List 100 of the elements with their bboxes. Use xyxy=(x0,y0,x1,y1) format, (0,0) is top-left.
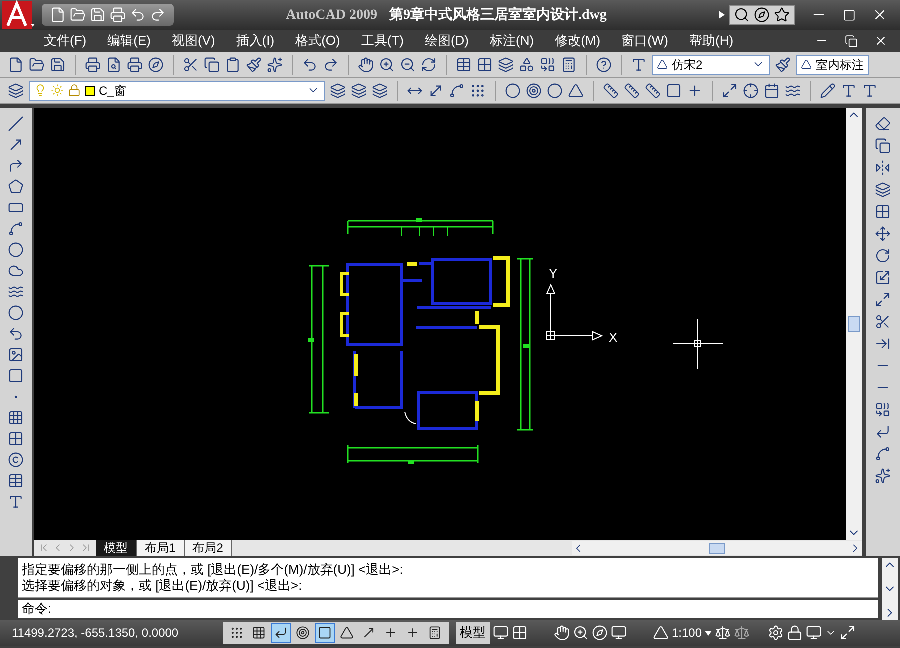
polyline-icon[interactable] xyxy=(8,158,24,174)
menu-item[interactable]: 工具(T) xyxy=(361,31,404,51)
fillet-icon[interactable] xyxy=(875,446,891,462)
scroll-thumb[interactable] xyxy=(848,316,860,332)
redo-icon[interactable] xyxy=(150,7,166,23)
lock-icon[interactable] xyxy=(787,625,804,641)
snap-icon xyxy=(230,626,244,640)
dropdown-arrow-icon[interactable] xyxy=(705,630,712,636)
menu-item[interactable]: 绘图(D) xyxy=(424,31,470,51)
printer-icon[interactable] xyxy=(110,7,126,23)
eraser-icon[interactable] xyxy=(875,116,891,132)
pan-icon[interactable] xyxy=(358,56,374,72)
expand-arrow-icon[interactable] xyxy=(719,11,725,19)
undo-icon[interactable] xyxy=(302,56,318,72)
menu-item[interactable]: 修改(M) xyxy=(555,31,601,51)
cut-icon[interactable] xyxy=(183,56,199,72)
grid-icon xyxy=(252,626,266,640)
save-icon[interactable] xyxy=(50,56,66,72)
layer-dropdown[interactable]: C_窗 xyxy=(29,80,325,100)
horizontal-scrollbar[interactable] xyxy=(572,541,862,555)
zoom-previous-icon[interactable] xyxy=(421,56,437,72)
vertical-scrollbar[interactable] xyxy=(846,108,862,540)
restore-icon[interactable] xyxy=(845,34,858,48)
settings-icon[interactable] xyxy=(768,625,784,641)
command-history-line: 指定要偏移的那一侧上的点，或 [退出(E)/多个(M)/放弃(U)] <退出>: xyxy=(22,562,404,578)
axis-label: X xyxy=(609,330,618,345)
menu-item[interactable]: 编辑(E) xyxy=(108,31,151,51)
copy-icon[interactable] xyxy=(204,56,220,72)
layer-name: C_窗 xyxy=(99,82,128,100)
menu-item[interactable]: 插入(I) xyxy=(236,31,275,51)
annotation-scale[interactable]: 1:100 xyxy=(672,624,702,642)
extend-icon[interactable] xyxy=(875,336,891,352)
search-icon[interactable] xyxy=(734,7,750,23)
clean-screen-icon[interactable] xyxy=(840,625,856,641)
menu-item[interactable]: 标注(N) xyxy=(490,31,534,51)
spline-icon[interactable] xyxy=(8,284,24,300)
text-icon[interactable] xyxy=(8,494,24,510)
drawing-canvas[interactable]: X Y xyxy=(34,108,846,540)
trim-icon[interactable] xyxy=(875,314,891,330)
axis-label: Y xyxy=(549,266,558,281)
polygon-icon[interactable] xyxy=(8,179,24,195)
open-folder-icon[interactable] xyxy=(70,7,86,23)
circle-icon[interactable] xyxy=(8,242,24,258)
layout-tab[interactable]: 布局2 xyxy=(184,540,232,556)
text-style-icon[interactable] xyxy=(631,56,647,72)
open-folder-icon[interactable] xyxy=(29,56,45,72)
menu-item[interactable]: 文件(F) xyxy=(44,31,87,51)
revision-cloud-icon[interactable] xyxy=(8,263,24,279)
plot-icon[interactable] xyxy=(127,56,143,72)
calculator-icon[interactable] xyxy=(561,56,577,72)
match-properties-icon[interactable] xyxy=(246,56,262,72)
help-icon[interactable] xyxy=(596,56,612,72)
dimension-edit-icon[interactable] xyxy=(820,82,836,98)
hatch-icon[interactable] xyxy=(8,410,24,426)
close-icon[interactable] xyxy=(874,34,888,48)
app-name: AutoCAD 2009 xyxy=(286,6,378,24)
center-mark-icon[interactable] xyxy=(743,82,759,98)
menu-item[interactable]: 视图(V) xyxy=(172,31,216,51)
model-space-button[interactable]: 模型 xyxy=(456,622,490,644)
text-style-dropdown[interactable]: 仿宋2 xyxy=(652,54,770,74)
app-logo-icon[interactable] xyxy=(0,0,38,30)
command-prompt: 命令: xyxy=(22,600,52,618)
layout-tab[interactable]: 布局1 xyxy=(137,540,185,556)
pan-icon[interactable] xyxy=(554,625,570,641)
star-icon[interactable] xyxy=(774,7,790,23)
new-file-icon[interactable] xyxy=(50,7,66,23)
menu-item[interactable]: 窗口(W) xyxy=(622,31,668,51)
ucs-axis-icon xyxy=(546,284,604,341)
layer-color-swatch xyxy=(85,86,95,96)
layout-tab[interactable]: 模型 xyxy=(96,540,137,556)
undo-icon[interactable] xyxy=(130,7,146,23)
rotate-icon[interactable] xyxy=(875,248,891,264)
mirror-icon[interactable] xyxy=(875,160,891,176)
drafting-toggle[interactable] xyxy=(315,623,335,643)
drafting-toggle[interactable] xyxy=(271,623,291,643)
layer-manager-icon[interactable] xyxy=(8,82,24,98)
arc-length-icon[interactable] xyxy=(449,82,465,98)
arc-icon[interactable] xyxy=(8,221,24,237)
copy-object-icon[interactable] xyxy=(875,138,891,154)
redo-icon[interactable] xyxy=(323,56,339,72)
menu-item[interactable]: 帮助(H) xyxy=(690,31,734,51)
command-history-line: 选择要偏移的对象，或 [退出(E)/放弃(U)] <退出>: xyxy=(22,578,304,594)
paste-icon[interactable] xyxy=(225,56,241,72)
new-file-icon[interactable] xyxy=(8,56,24,72)
coordinates-readout: 11499.2723, -655.1350, 0.0000 xyxy=(12,625,180,642)
line-icon[interactable] xyxy=(8,116,24,132)
zoom-icon[interactable] xyxy=(573,625,589,641)
dim-style-dropdown[interactable]: 室内标注 xyxy=(796,54,869,74)
scroll-thumb[interactable] xyxy=(709,542,726,554)
preview-icon[interactable] xyxy=(106,56,122,72)
printer-icon[interactable] xyxy=(85,56,101,72)
table-icon[interactable] xyxy=(8,473,24,489)
zoom-out-icon[interactable] xyxy=(400,56,416,72)
command-scrollbar[interactable] xyxy=(882,558,898,620)
menu-item[interactable]: 格式(O) xyxy=(296,31,340,51)
zoom-in-icon[interactable] xyxy=(379,56,395,72)
maximize-icon[interactable] xyxy=(843,8,856,22)
move-icon[interactable] xyxy=(875,226,891,242)
document-title: 第9章中式风格三居室室内设计.dwg xyxy=(389,6,607,24)
crosshair-cursor xyxy=(672,318,724,370)
